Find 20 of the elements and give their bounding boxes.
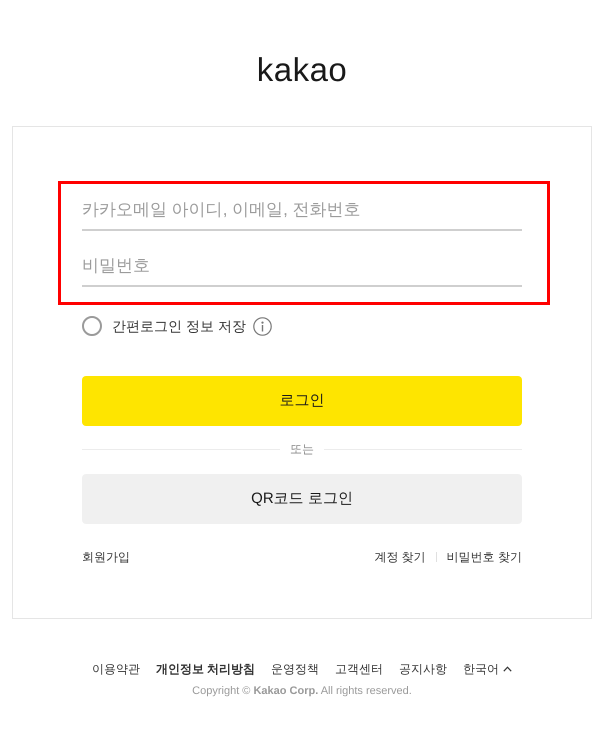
find-link[interactable]: 계정 찾기 <box>374 548 426 566</box>
footer-link[interactable]: 공지사항 <box>399 660 448 678</box>
footer-link[interactable]: 이용약관 <box>92 660 140 678</box>
divider-text: 또는 <box>289 441 315 458</box>
qr-login-button[interactable]: QR코드 로그인 <box>82 474 522 524</box>
signup-link[interactable]: 회원가입 <box>82 548 130 566</box>
remember-label[interactable]: 간편로그인 정보 저장 <box>112 316 246 336</box>
remember-checkbox[interactable] <box>82 316 102 336</box>
footer-link[interactable]: 운영정책 <box>271 660 320 678</box>
kakao-logo: kakao <box>256 50 348 90</box>
footer-link[interactable]: 고객센터 <box>335 660 384 678</box>
language-selector[interactable]: 한국어 <box>463 660 512 678</box>
footer-link[interactable]: 개인정보 처리방침 <box>156 660 256 678</box>
info-icon[interactable] <box>252 316 272 336</box>
input-field[interactable]: 비밀번호 <box>82 243 522 287</box>
copyright-text: Copyright © Kakao Corp. All rights reserved. <box>192 684 412 699</box>
chevron-up-icon <box>503 666 512 672</box>
login-button[interactable]: 로그인 <box>82 376 522 426</box>
input-field[interactable]: 카카오메일 아이디, 이메일, 전화번호 <box>82 187 522 231</box>
find-link[interactable]: 비밀번호 찾기 <box>446 548 522 566</box>
